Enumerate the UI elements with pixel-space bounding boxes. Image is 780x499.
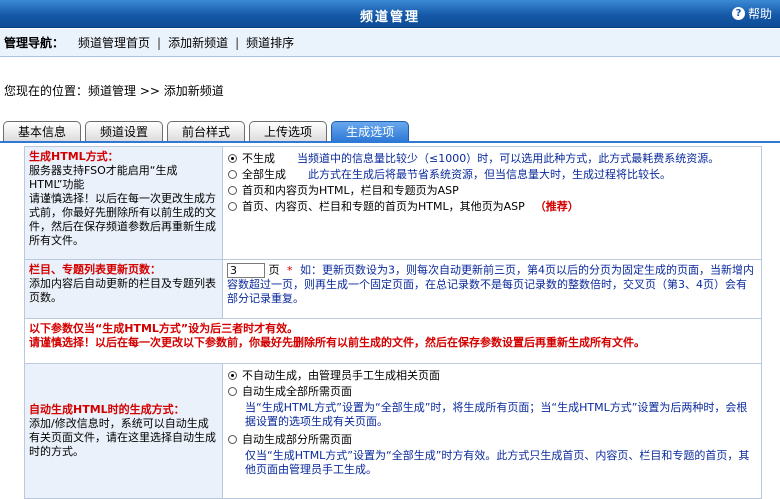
- auto-mode-title: 自动生成HTML时的生成方式：: [29, 403, 185, 416]
- auto-mode-desc: 添加/修改信息时，系统可以自动生成有关页面文件，请在这里选择自动生成时的方式。: [29, 417, 216, 458]
- option-desc: 此方式在生成后将最节省系统资源，但当信息量大时，生成过程将比较长。: [308, 168, 671, 181]
- option-label: 自动生成部分所需页面: [242, 433, 352, 446]
- html-mode-option[interactable]: 不生成 当频道中的信息量比较少（≤1000）时，可以选用此种方式，此方式最耗费系…: [227, 152, 757, 166]
- auto-mode-option[interactable]: 不自动生成，由管理员手工生成相关页面: [227, 369, 757, 383]
- nav-separator: |: [157, 35, 162, 50]
- html-mode-options: 不生成 当频道中的信息量比较少（≤1000）时，可以选用此种方式，此方式最耗费系…: [222, 146, 762, 260]
- option-label: 自动生成全部所需页面: [242, 385, 352, 398]
- html-mode-option[interactable]: 全部生成 此方式在生成后将最节省系统资源，但当信息量大时，生成过程将比较长。: [227, 168, 757, 182]
- option-label: 首页、内容页、栏目和专题的首页为HTML，其他页为ASP: [242, 200, 525, 213]
- radio-auto-all[interactable]: [228, 387, 237, 396]
- html-mode-option[interactable]: 首页、内容页、栏目和专题的首页为HTML，其他页为ASP （推荐）: [227, 200, 757, 214]
- html-mode-row: 生成HTML方式： 服务器支持FSO才能启用“生成HTML”功能 请谨慎选择！以…: [24, 146, 762, 260]
- nav-link-channel-home[interactable]: 频道管理首页: [78, 34, 150, 51]
- radio-html-home-content[interactable]: [228, 186, 237, 195]
- auto-partial-desc: 仅当“生成HTML方式”设置为“全部生成”时方有效。此方式只生成首页、内容页、栏…: [245, 449, 750, 476]
- tab-frontend-style[interactable]: 前台样式: [167, 121, 246, 141]
- auto-mode-option[interactable]: 自动生成全部所需页面: [227, 385, 757, 399]
- radio-html-home-content-index[interactable]: [228, 202, 237, 211]
- radio-html-all[interactable]: [228, 170, 237, 179]
- tab-underline: [0, 141, 780, 143]
- tab-channel-settings[interactable]: 频道设置: [85, 121, 164, 141]
- option-label: 全部生成: [242, 168, 286, 181]
- tab-upload-options[interactable]: 上传选项: [249, 121, 328, 141]
- generate-options-form: 生成HTML方式： 服务器支持FSO才能启用“生成HTML”功能 请谨慎选择！以…: [24, 146, 762, 499]
- html-mode-desc: 服务器支持FSO才能启用“生成HTML”功能 请谨慎选择！以后在每一次更改生成方…: [29, 164, 216, 247]
- option-label: 不生成: [242, 152, 275, 165]
- radio-html-none[interactable]: [228, 154, 237, 163]
- management-nav: 管理导航： 频道管理首页 | 添加新频道 | 频道排序: [0, 29, 780, 57]
- tab-bar: 基本信息 频道设置 前台样式 上传选项 生成选项: [3, 121, 410, 142]
- pages-unit: 页: [268, 263, 280, 277]
- tab-generate-options[interactable]: 生成选项: [331, 121, 410, 141]
- html-mode-label-cell: 生成HTML方式： 服务器支持FSO才能启用“生成HTML”功能 请谨慎选择！以…: [24, 146, 223, 260]
- html-mode-option[interactable]: 首页和内容页为HTML，栏目和专题页为ASP: [227, 184, 757, 198]
- auto-mode-options: 不自动生成，由管理员手工生成相关页面 自动生成全部所需页面 当“生成HTML方式…: [222, 363, 762, 499]
- option-label: 不自动生成，由管理员手工生成相关页面: [242, 369, 440, 382]
- update-pages-input[interactable]: [227, 263, 265, 278]
- radio-auto-partial[interactable]: [228, 435, 237, 444]
- nav-link-channel-order[interactable]: 频道排序: [246, 34, 294, 51]
- update-pages-desc: 添加内容后自动更新的栏目及专题列表页数。: [29, 277, 216, 304]
- page-title: 频道管理: [359, 10, 420, 25]
- notice-row: 以下参数仅当“生成HTML方式”设为后三者时才有效。 请谨慎选择！以后在每一次更…: [24, 318, 762, 364]
- notice-cell: 以下参数仅当“生成HTML方式”设为后三者时才有效。 请谨慎选择！以后在每一次更…: [24, 318, 762, 364]
- help-label: 帮助: [747, 7, 772, 21]
- auto-mode-option[interactable]: 自动生成部分所需页面: [227, 433, 757, 447]
- update-pages-title: 栏目、专题列表更新页数：: [29, 263, 161, 276]
- notice-line-2: 请谨慎选择！以后在每一次更改以下参数前，你最好先删除所有以前生成的文件，然后在保…: [29, 336, 645, 349]
- nav-link-add-channel[interactable]: 添加新频道: [168, 34, 228, 51]
- html-mode-title: 生成HTML方式：: [29, 150, 119, 163]
- title-bar: 频道管理 ? 帮助: [0, 0, 780, 28]
- recommend-badge: （推荐）: [534, 200, 579, 213]
- tab-basic-info[interactable]: 基本信息: [3, 121, 82, 141]
- auto-all-desc: 当“生成HTML方式”设置为“全部生成”时，将生成所有页面；当“生成HTML方式…: [245, 401, 748, 428]
- option-label: 首页和内容页为HTML，栏目和专题页为ASP: [242, 184, 459, 197]
- option-desc: 当频道中的信息量比较少（≤1000）时，可以选用此种方式，此方式最耗费系统资源。: [297, 152, 720, 165]
- update-pages-value-cell: 页 * 如：更新页数设为3，则每次自动更新前三页，第4页以后的分页为固定生成的页…: [222, 259, 762, 319]
- update-pages-row: 栏目、专题列表更新页数： 添加内容后自动更新的栏目及专题列表页数。 页 * 如：…: [24, 259, 762, 319]
- auto-mode-row: 自动生成HTML时的生成方式： 添加/修改信息时，系统可以自动生成有关页面文件，…: [24, 363, 762, 499]
- radio-auto-none[interactable]: [228, 371, 237, 380]
- required-star: *: [287, 263, 293, 277]
- breadcrumb: 您现在的位置：频道管理 >> 添加新频道: [4, 84, 224, 98]
- update-pages-label-cell: 栏目、专题列表更新页数： 添加内容后自动更新的栏目及专题列表页数。: [24, 259, 223, 319]
- nav-separator: |: [235, 35, 240, 50]
- update-pages-note: 如：更新页数设为3，则每次自动更新前三页，第4页以后的分页为固定生成的页面，当新…: [227, 263, 754, 306]
- help-button[interactable]: ? 帮助: [731, 5, 772, 22]
- help-icon: ?: [731, 7, 745, 20]
- notice-line-1: 以下参数仅当“生成HTML方式”设为后三者时才有效。: [29, 322, 299, 335]
- auto-mode-label-cell: 自动生成HTML时的生成方式： 添加/修改信息时，系统可以自动生成有关页面文件，…: [24, 363, 223, 499]
- nav-label: 管理导航：: [4, 36, 65, 50]
